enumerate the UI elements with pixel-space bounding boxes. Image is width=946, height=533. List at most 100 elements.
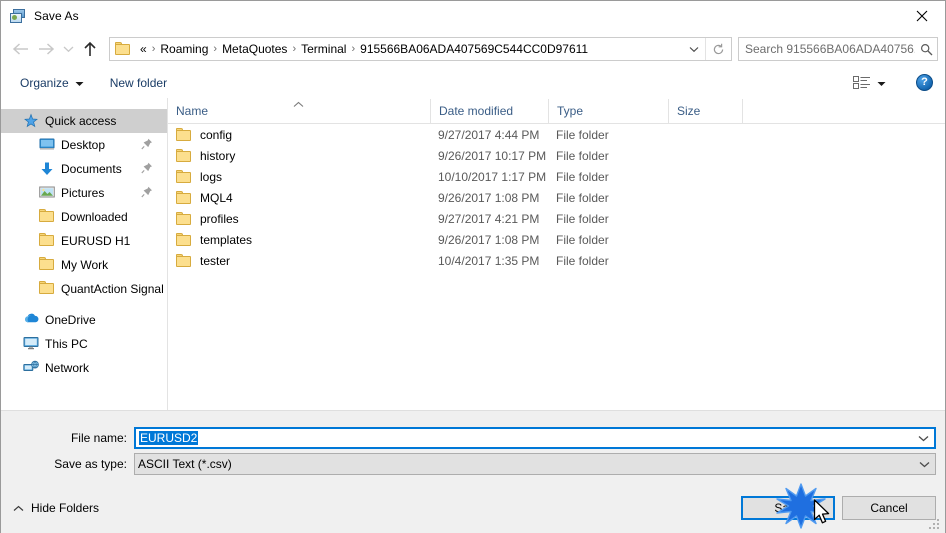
file-name-cell: history bbox=[168, 149, 430, 163]
navigation-pane: Quick access Desktop Documents Pictures … bbox=[1, 98, 168, 410]
cancel-button[interactable]: Cancel bbox=[842, 496, 936, 520]
help-icon[interactable]: ? bbox=[916, 74, 933, 91]
file-date-cell: 10/10/2017 1:17 PM bbox=[438, 169, 547, 184]
save-label: Save bbox=[774, 501, 802, 515]
save-button[interactable]: Save bbox=[741, 496, 835, 520]
forward-button[interactable] bbox=[33, 34, 59, 64]
file-date-cell: 9/27/2017 4:44 PM bbox=[438, 127, 540, 142]
chevron-down-icon[interactable] bbox=[912, 435, 934, 442]
sidebar-item-label: OneDrive bbox=[45, 313, 96, 327]
breadcrumb-item-overflow[interactable]: « bbox=[137, 42, 150, 56]
file-list: Name Date modified Type Size config 9/27… bbox=[168, 98, 945, 410]
organize-button[interactable]: Organize bbox=[13, 70, 91, 96]
sidebar-item-pictures[interactable]: Pictures bbox=[1, 181, 167, 205]
close-icon[interactable] bbox=[899, 1, 945, 31]
sidebar-item-label: This PC bbox=[45, 337, 88, 351]
breadcrumb-item-instance[interactable]: 915566BA06ADA407569C544CC0D97611 bbox=[357, 42, 591, 56]
table-row[interactable]: profiles 9/27/2017 4:21 PM File folder bbox=[168, 208, 945, 229]
sidebar-item-this-pc[interactable]: This PC bbox=[1, 332, 167, 356]
column-header-label: Date modified bbox=[439, 104, 514, 118]
resize-grip-icon[interactable] bbox=[929, 517, 941, 529]
sort-ascending-icon bbox=[293, 98, 304, 111]
sidebar-item-quantaction-signal[interactable]: QuantAction Signal bbox=[1, 277, 167, 301]
breadcrumb-item-metaquotes[interactable]: MetaQuotes bbox=[219, 42, 290, 56]
search-icon bbox=[915, 43, 937, 56]
new-folder-button[interactable]: New folder bbox=[103, 70, 174, 96]
chevron-down-icon[interactable] bbox=[913, 461, 935, 468]
sidebar-item-desktop[interactable]: Desktop bbox=[1, 133, 167, 157]
table-row[interactable]: MQL4 9/26/2017 1:08 PM File folder bbox=[168, 187, 945, 208]
breadcrumb-item-roaming[interactable]: Roaming bbox=[157, 42, 211, 56]
pin-icon[interactable] bbox=[141, 162, 153, 174]
chevron-down-icon[interactable] bbox=[683, 38, 705, 60]
recent-locations-button[interactable] bbox=[59, 34, 77, 64]
table-row[interactable]: logs 10/10/2017 1:17 PM File folder bbox=[168, 166, 945, 187]
column-header-type[interactable]: Type bbox=[548, 99, 668, 123]
column-header-size[interactable]: Size bbox=[668, 99, 742, 123]
folder-icon bbox=[176, 128, 192, 141]
breadcrumb: « › Roaming › MetaQuotes › Terminal › 91… bbox=[134, 42, 683, 56]
save-as-type-select[interactable]: ASCII Text (*.csv) bbox=[134, 453, 936, 475]
pin-icon[interactable] bbox=[141, 138, 153, 150]
sidebar-item-downloaded[interactable]: Downloaded bbox=[1, 205, 167, 229]
search-input[interactable]: Search 915566BA06ADA40756... bbox=[738, 37, 938, 61]
sidebar-item-label: Documents bbox=[61, 162, 122, 176]
file-type-cell: File folder bbox=[556, 232, 609, 247]
sidebar-item-my-work[interactable]: My Work bbox=[1, 253, 167, 277]
file-name-label: tester bbox=[200, 253, 231, 268]
column-header-date-modified[interactable]: Date modified bbox=[430, 99, 548, 123]
refresh-icon[interactable] bbox=[705, 38, 731, 60]
file-type-cell: File folder bbox=[556, 190, 609, 205]
cancel-label: Cancel bbox=[870, 501, 908, 515]
table-row[interactable]: tester 10/4/2017 1:35 PM File folder bbox=[168, 250, 945, 271]
table-row[interactable]: templates 9/26/2017 1:08 PM File folder bbox=[168, 229, 945, 250]
navigation-bar: « › Roaming › MetaQuotes › Terminal › 91… bbox=[1, 31, 945, 67]
file-type-cell: File folder bbox=[556, 127, 609, 142]
column-header-filler bbox=[742, 99, 945, 123]
sidebar-item-eurusd-h1[interactable]: EURUSD H1 bbox=[1, 229, 167, 253]
table-row[interactable]: config 9/27/2017 4:44 PM File folder bbox=[168, 124, 945, 145]
hide-folders-button[interactable]: Hide Folders bbox=[13, 501, 99, 515]
sidebar-item-documents[interactable]: Documents bbox=[1, 157, 167, 181]
breadcrumb-separator: › bbox=[292, 43, 297, 55]
star-pin-icon bbox=[23, 113, 39, 129]
address-bar[interactable]: « › Roaming › MetaQuotes › Terminal › 91… bbox=[109, 37, 732, 61]
column-header-label: Name bbox=[176, 104, 209, 118]
file-date-cell: 9/26/2017 10:17 PM bbox=[438, 148, 547, 163]
title-bar: Save As bbox=[1, 1, 945, 31]
dialog-body: Quick access Desktop Documents Pictures … bbox=[1, 98, 945, 410]
sidebar-item-quick-access[interactable]: Quick access bbox=[1, 109, 167, 133]
view-layout-icon[interactable] bbox=[849, 70, 890, 96]
column-header-name[interactable]: Name bbox=[168, 99, 430, 123]
network-icon bbox=[23, 360, 39, 376]
file-type-cell: File folder bbox=[556, 169, 609, 184]
folder-icon bbox=[39, 233, 55, 249]
file-name-cell: profiles bbox=[168, 212, 430, 226]
back-button[interactable] bbox=[7, 34, 33, 64]
file-name-label: File name: bbox=[70, 431, 127, 445]
file-name-label: MQL4 bbox=[200, 190, 233, 205]
file-name-cell: tester bbox=[168, 254, 430, 268]
folder-icon bbox=[176, 254, 192, 267]
pin-icon[interactable] bbox=[141, 186, 153, 198]
chevron-down-icon bbox=[877, 76, 886, 90]
sidebar-item-network[interactable]: Network bbox=[1, 356, 167, 380]
folder-icon bbox=[115, 42, 132, 56]
file-name-label: logs bbox=[200, 169, 223, 184]
file-date-cell: 9/26/2017 1:08 PM bbox=[438, 190, 540, 205]
breadcrumb-item-terminal[interactable]: Terminal bbox=[298, 42, 349, 56]
save-as-type-value: ASCII Text (*.csv) bbox=[138, 457, 232, 471]
up-button[interactable] bbox=[77, 34, 103, 64]
folder-icon bbox=[39, 281, 55, 297]
sidebar-item-onedrive[interactable]: OneDrive bbox=[1, 308, 167, 332]
file-rows: config 9/27/2017 4:44 PM File folder his… bbox=[168, 124, 945, 271]
sidebar-item-label: My Work bbox=[61, 258, 109, 272]
organize-label: Organize bbox=[20, 75, 69, 90]
save-as-app-icon bbox=[10, 8, 26, 24]
documents-download-icon bbox=[39, 161, 55, 177]
file-name-label: history bbox=[200, 148, 236, 163]
file-name-input[interactable]: EURUSD2 bbox=[134, 427, 936, 449]
sidebar-item-label: Pictures bbox=[61, 186, 105, 200]
table-row[interactable]: history 9/26/2017 10:17 PM File folder bbox=[168, 145, 945, 166]
toolbar-right-group: ? bbox=[849, 70, 933, 96]
